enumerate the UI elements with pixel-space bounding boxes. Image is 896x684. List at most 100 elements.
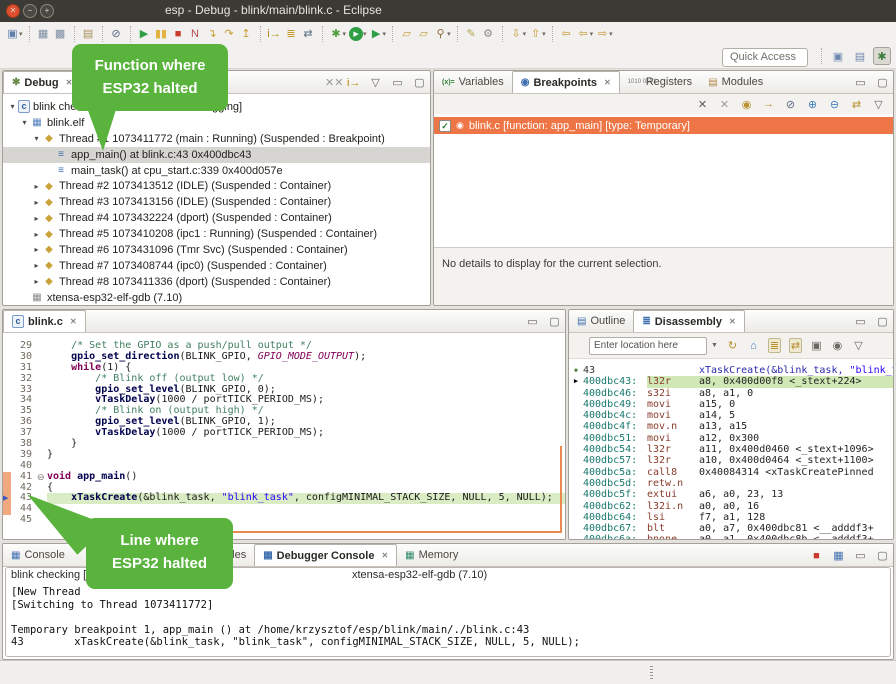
back-menu-icon[interactable]: ▾ bbox=[590, 30, 594, 38]
pin-icon[interactable]: ◉ bbox=[831, 339, 844, 352]
disconnect-icon[interactable]: N bbox=[187, 25, 204, 42]
run-icon[interactable]: ▶ bbox=[349, 27, 363, 41]
tab-variables[interactable]: (x)=Variables bbox=[434, 71, 512, 93]
instruction-stepping-icon[interactable]: i→ bbox=[266, 25, 283, 42]
debug-tree-row[interactable]: ▸◆Thread #7 1073408744 (ipc0) (Suspended… bbox=[3, 258, 430, 274]
tab-close-icon[interactable]: ✕ bbox=[604, 78, 611, 87]
open-element-icon[interactable]: ▱ bbox=[398, 25, 415, 42]
forward-menu-icon[interactable]: ▾ bbox=[609, 30, 613, 38]
code-area[interactable]: 29 /* Set the GPIO as a push/pull output… bbox=[3, 333, 565, 526]
tab-close-icon[interactable]: ✕ bbox=[381, 551, 388, 560]
new-wizard-menu-icon[interactable]: ▾ bbox=[19, 30, 23, 38]
open-new-view-icon[interactable]: ▣ bbox=[810, 339, 823, 352]
expander-icon[interactable]: ▸ bbox=[31, 198, 42, 207]
expander-icon[interactable]: ▸ bbox=[31, 230, 42, 239]
expander-icon[interactable]: ▸ bbox=[31, 182, 42, 191]
refresh-views-icon[interactable]: ⚙ bbox=[480, 25, 497, 42]
skip-all-icon[interactable]: ⊘ bbox=[784, 98, 797, 111]
suspend-icon[interactable]: ▮▮ bbox=[153, 25, 170, 42]
debug-tree-row[interactable]: ▾▦blink.elf bbox=[3, 115, 430, 131]
expander-icon[interactable]: ▸ bbox=[31, 214, 42, 223]
save-all-icon[interactable]: ▩ bbox=[52, 25, 69, 42]
expander-icon[interactable]: ▸ bbox=[31, 277, 42, 286]
open-perspective-icon[interactable]: ▣ bbox=[829, 47, 847, 65]
view-menu-icon[interactable]: ▽ bbox=[369, 76, 382, 89]
minimize-icon[interactable]: ▭ bbox=[854, 549, 867, 562]
editor-view[interactable]: cblink.c✕ ▭ ▢ 29 /* Set the GPIO as a push… bbox=[2, 309, 566, 540]
window-minimize-button[interactable]: − bbox=[23, 4, 37, 18]
maximize-icon[interactable]: ▢ bbox=[876, 76, 889, 89]
step-return-icon[interactable]: ↥ bbox=[238, 25, 255, 42]
tab-blink-c[interactable]: cblink.c✕ bbox=[3, 310, 86, 332]
expander-icon[interactable]: ▾ bbox=[7, 102, 18, 111]
cpp-perspective-icon[interactable]: ▤ bbox=[851, 47, 869, 65]
open-resource-icon[interactable]: ▱ bbox=[415, 25, 432, 42]
maximize-icon[interactable]: ▢ bbox=[413, 76, 426, 89]
tab-close-icon[interactable]: ✕ bbox=[729, 317, 736, 326]
debug-tree-row[interactable]: ▸◆Thread #6 1073431096 (Tmr Svc) (Suspen… bbox=[3, 242, 430, 258]
minimize-icon[interactable]: ▭ bbox=[854, 76, 867, 89]
tab-console[interactable]: ▦Console bbox=[3, 544, 73, 566]
debug-tree-row[interactable]: ▸◆Thread #2 1073413512 (IDLE) (Suspended… bbox=[3, 178, 430, 194]
location-input[interactable]: Enter location here bbox=[589, 337, 707, 355]
collapse-all-icon[interactable]: ⊖ bbox=[828, 98, 841, 111]
window-maximize-button[interactable]: + bbox=[40, 4, 54, 18]
terminate-icon[interactable]: ■ bbox=[170, 25, 187, 42]
drop-to-frame-icon[interactable]: ⇄ bbox=[300, 25, 317, 42]
debug-tree-row[interactable]: ≡main_task() at cpu_start.c:339 0x400d05… bbox=[3, 163, 430, 179]
debug-tree-row[interactable]: ▾◆Thread #1 1073411772 (main : Running) … bbox=[3, 131, 430, 147]
sync-active-context-icon[interactable]: ⇄ bbox=[789, 338, 802, 353]
external-tools-menu-icon[interactable]: ▾ bbox=[383, 30, 387, 38]
use-step-filters-icon[interactable]: ≣ bbox=[283, 25, 300, 42]
tab-outline[interactable]: ▤Outline bbox=[569, 310, 633, 332]
fold-collapse-icon[interactable]: ⊖ bbox=[37, 472, 47, 483]
debug-tree-row[interactable]: ▸◆Thread #8 1073411336 (dport) (Suspende… bbox=[3, 274, 430, 290]
maximize-icon[interactable]: ▢ bbox=[876, 549, 889, 562]
expander-icon[interactable]: ▸ bbox=[31, 261, 42, 270]
previous-annotation-menu-icon[interactable]: ▾ bbox=[542, 30, 546, 38]
expand-all-icon[interactable]: ⊕ bbox=[806, 98, 819, 111]
run-menu-icon[interactable]: ▾ bbox=[363, 30, 367, 38]
expander-icon[interactable]: ▾ bbox=[19, 118, 30, 127]
maximize-icon[interactable]: ▢ bbox=[548, 315, 561, 328]
home-icon[interactable]: ⌂ bbox=[747, 340, 760, 352]
debug-perspective-icon[interactable]: ✱ bbox=[873, 47, 891, 65]
show-source-icon[interactable]: ≣ bbox=[768, 338, 781, 353]
minimize-icon[interactable]: ▭ bbox=[391, 76, 404, 89]
step-over-icon[interactable]: ↷ bbox=[221, 25, 238, 42]
maximize-icon[interactable]: ▢ bbox=[876, 315, 889, 328]
remove-all-terminated-icon[interactable]: ✕✕ bbox=[325, 76, 338, 89]
tab-memory[interactable]: ▦Memory bbox=[397, 544, 466, 566]
debug-menu-icon[interactable]: ▾ bbox=[343, 30, 347, 38]
resume-icon[interactable]: ▶ bbox=[136, 25, 153, 42]
toggle-mark-occurrences-icon[interactable]: ✎ bbox=[463, 25, 480, 42]
debug-tree-row[interactable]: ▸◆Thread #4 1073432224 (dport) (Suspende… bbox=[3, 210, 430, 226]
view-menu-icon[interactable]: ▽ bbox=[852, 339, 865, 352]
breakpoint-checkbox[interactable]: ✓ bbox=[439, 120, 451, 132]
search-menu-icon[interactable]: ▾ bbox=[447, 30, 451, 38]
view-menu-icon[interactable]: ▽ bbox=[872, 98, 885, 111]
minimize-icon[interactable]: ▭ bbox=[854, 315, 867, 328]
expander-icon[interactable]: ▸ bbox=[31, 245, 42, 254]
debug-tree-row[interactable]: ▸◆Thread #5 1073410208 (ipc1 : Running) … bbox=[3, 226, 430, 242]
sash-grip[interactable] bbox=[650, 666, 653, 679]
step-into-icon[interactable]: ↴ bbox=[204, 25, 221, 42]
instruction-stepping-mode-icon[interactable]: i→ bbox=[347, 77, 360, 89]
quick-access-input[interactable]: Quick Access bbox=[722, 48, 808, 67]
debug-tree-row[interactable]: ▦xtensa-esp32-elf-gdb (7.10) bbox=[3, 290, 430, 306]
tab-breakpoints[interactable]: ◉Breakpoints✕ bbox=[512, 71, 620, 93]
refresh-icon[interactable]: ↻ bbox=[726, 339, 739, 352]
tab-registers[interactable]: 1010 0101Registers bbox=[620, 71, 700, 93]
show-breakpoints-for-icon[interactable]: ◉ bbox=[740, 98, 753, 111]
tab-debug[interactable]: ✱Debug✕ bbox=[3, 71, 81, 93]
tab-debugger-console[interactable]: ▦Debugger Console✕ bbox=[254, 544, 397, 566]
minimize-icon[interactable]: ▭ bbox=[526, 315, 539, 328]
build-icon[interactable]: ▤ bbox=[80, 25, 97, 42]
link-with-debug-icon[interactable]: ⇄ bbox=[850, 98, 863, 111]
tab-disassembly[interactable]: ≣Disassembly✕ bbox=[633, 310, 744, 332]
display-selected-console-icon[interactable]: ▦ bbox=[832, 549, 845, 562]
window-close-button[interactable]: ✕ bbox=[6, 4, 20, 18]
tab-close-icon[interactable]: ✕ bbox=[70, 317, 77, 326]
remove-selected-icon[interactable]: ✕ bbox=[696, 98, 709, 111]
goto-file-icon[interactable]: → bbox=[762, 98, 775, 110]
